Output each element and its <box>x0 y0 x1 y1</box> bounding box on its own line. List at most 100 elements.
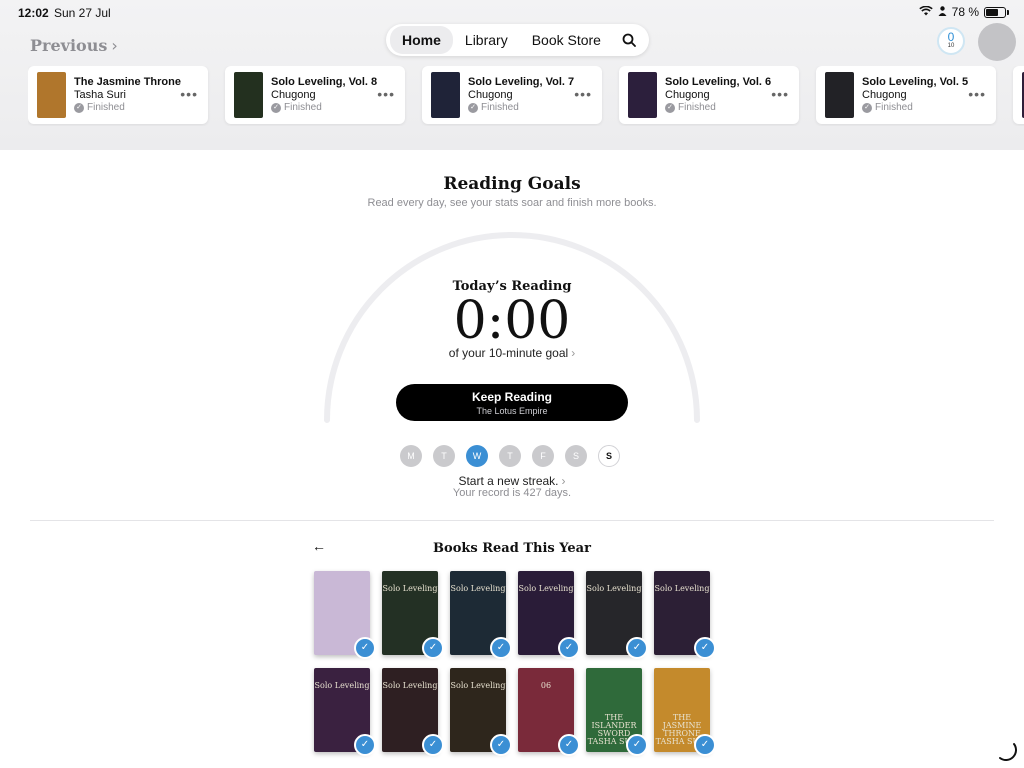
book-status: ✓ Finished <box>862 102 913 113</box>
status-label: Finished <box>87 102 125 113</box>
book-author: Chugong <box>665 89 710 101</box>
reading-goals-title: Reading Goals <box>443 174 581 194</box>
more-icon[interactable]: ••• <box>377 86 395 102</box>
status-bar: 12:02 Sun 27 Jul 78 % <box>0 0 1024 24</box>
top-nav: Home Library Book Store <box>386 24 649 56</box>
check-icon: ✓ <box>665 102 675 113</box>
book-cover-title: Solo Leveling <box>586 584 642 593</box>
reading-time: 0:00 <box>453 291 571 351</box>
checkmark-icon: ✓ <box>558 637 580 659</box>
reading-goals-subtitle: Read every day, see your stats soar and … <box>367 197 657 209</box>
tab-library[interactable]: Library <box>453 26 520 54</box>
day-sunday[interactable]: S <box>598 445 620 467</box>
status-label: Finished <box>284 102 322 113</box>
checkmark-icon: ✓ <box>626 637 648 659</box>
reading-goal-ring[interactable]: 0 10 <box>937 27 965 55</box>
chevron-right-icon: › <box>111 36 118 55</box>
status-label: Finished <box>875 102 913 113</box>
book-cover-title: Solo Leveling <box>450 584 506 593</box>
book-title: Solo Leveling, Vol. 5 <box>862 76 969 88</box>
checkmark-icon: ✓ <box>354 734 376 756</box>
checkmark-icon: ✓ <box>422 637 444 659</box>
tab-book-store[interactable]: Book Store <box>520 26 613 54</box>
keep-reading-label: Keep Reading <box>471 390 552 404</box>
goal-ring-goal: 10 <box>947 43 955 49</box>
book-read-cover[interactable]: ✓ <box>314 571 376 659</box>
day-tuesday[interactable]: T <box>433 445 455 467</box>
streak-text: Start a new streak. <box>458 474 559 488</box>
check-icon: ✓ <box>468 102 478 113</box>
book-cover <box>431 72 460 118</box>
book-cover-title: Solo Leveling <box>654 584 710 593</box>
check-icon: ✓ <box>862 102 872 113</box>
book-read-cover[interactable]: Solo Leveling ✓ <box>382 571 444 659</box>
checkmark-icon: ✓ <box>354 637 376 659</box>
book-cover <box>825 72 854 118</box>
previous-book-card[interactable]: Solo Leveling, Vol. 6 Chugong ✓ Finished … <box>619 66 799 124</box>
check-icon: ✓ <box>74 102 84 113</box>
book-read-cover[interactable]: Solo Leveling ✓ <box>314 668 376 756</box>
streak-link[interactable]: Start a new streak. › <box>0 474 1024 488</box>
book-author: Chugong <box>862 89 907 101</box>
book-cover-title: 06 <box>540 681 552 690</box>
books-read-title: Books Read This Year <box>433 541 591 556</box>
tab-home[interactable]: Home <box>390 26 453 54</box>
book-status: ✓ Finished <box>74 102 125 113</box>
wifi-icon <box>918 5 933 19</box>
book-read-cover[interactable]: Solo Leveling ✓ <box>450 668 512 756</box>
avatar[interactable] <box>978 23 1016 61</box>
goal-link[interactable]: of your 10-minute goal › <box>0 346 1024 360</box>
book-read-cover[interactable]: Solo Leveling ✓ <box>518 571 580 659</box>
previous-label: Previous <box>30 36 108 55</box>
section-divider <box>30 520 994 521</box>
chevron-right-icon: › <box>561 474 566 488</box>
book-read-cover[interactable]: THE JASMINE THRONE TASHA SURI ✓ <box>654 668 716 756</box>
book-cover-title: Solo Leveling <box>450 681 506 690</box>
previous-book-card-partial[interactable] <box>1013 66 1024 124</box>
more-icon[interactable]: ••• <box>180 86 198 102</box>
book-read-cover[interactable]: Solo Leveling ✓ <box>382 668 444 756</box>
book-read-cover[interactable]: THE ISLANDER SWORD TASHA SURI ✓ <box>586 668 648 756</box>
day-saturday[interactable]: S <box>565 445 587 467</box>
day-wednesday[interactable]: W <box>466 445 488 467</box>
more-icon[interactable]: ••• <box>574 86 592 102</box>
checkmark-icon: ✓ <box>490 734 512 756</box>
previous-book-card[interactable]: The Jasmine Throne Tasha Suri ✓ Finished … <box>28 66 208 124</box>
book-read-cover[interactable]: Solo Leveling ✓ <box>586 571 648 659</box>
checkmark-icon: ✓ <box>694 637 716 659</box>
book-status: ✓ Finished <box>271 102 322 113</box>
book-author: Chugong <box>271 89 316 101</box>
check-icon: ✓ <box>271 102 281 113</box>
book-author: Chugong <box>468 89 513 101</box>
book-cover-title: Solo Leveling <box>382 681 438 690</box>
checkmark-icon: ✓ <box>490 637 512 659</box>
day-friday[interactable]: F <box>532 445 554 467</box>
book-read-cover[interactable]: Solo Leveling ✓ <box>450 571 512 659</box>
chevron-right-icon: › <box>571 346 576 360</box>
status-right: 78 % <box>918 5 1009 19</box>
more-icon[interactable]: ••• <box>771 86 789 102</box>
keep-reading-book: The Lotus Empire <box>476 406 548 416</box>
book-cover <box>234 72 263 118</box>
book-author: Tasha Suri <box>74 89 126 101</box>
status-label: Finished <box>678 102 716 113</box>
search-icon[interactable] <box>613 33 645 47</box>
previous-book-card[interactable]: Solo Leveling, Vol. 8 Chugong ✓ Finished … <box>225 66 405 124</box>
more-icon[interactable]: ••• <box>968 86 986 102</box>
status-date: Sun 27 Jul <box>54 6 111 20</box>
book-read-cover[interactable]: 06 ✓ <box>518 668 580 756</box>
status-label: Finished <box>481 102 519 113</box>
previous-book-card[interactable]: Solo Leveling, Vol. 7 Chugong ✓ Finished … <box>422 66 602 124</box>
previous-book-card[interactable]: Solo Leveling, Vol. 5 Chugong ✓ Finished … <box>816 66 996 124</box>
day-monday[interactable]: M <box>400 445 422 467</box>
book-title: The Jasmine Throne <box>74 76 181 88</box>
book-status: ✓ Finished <box>468 102 519 113</box>
day-thursday[interactable]: T <box>499 445 521 467</box>
goal-ring-value: 0 <box>947 30 955 44</box>
book-read-cover[interactable]: Solo Leveling ✓ <box>654 571 716 659</box>
battery-fill <box>986 8 998 16</box>
previous-books-list: The Jasmine Throne Tasha Suri ✓ Finished … <box>28 66 1024 126</box>
keep-reading-button[interactable]: Keep Reading The Lotus Empire <box>396 384 628 421</box>
previous-link[interactable]: Previous › <box>30 36 118 55</box>
battery-percent: 78 % <box>951 5 979 19</box>
